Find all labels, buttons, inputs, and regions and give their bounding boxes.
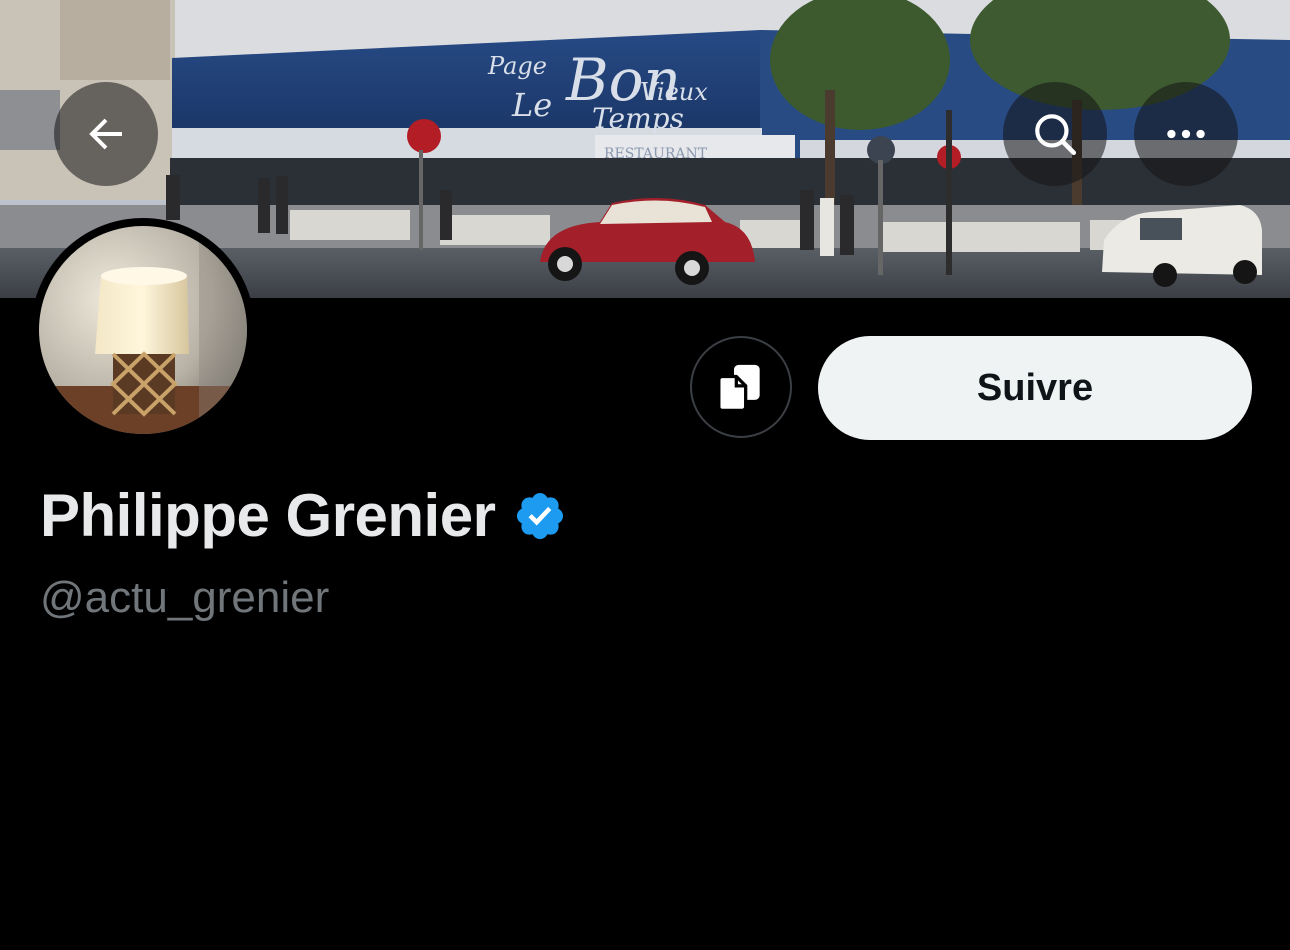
more-options-button[interactable] xyxy=(1134,82,1238,186)
follow-button[interactable]: Suivre xyxy=(818,336,1252,440)
banner-sign-text-5: Temps xyxy=(592,102,684,135)
banner-awning-text: RESTAURANT xyxy=(604,146,708,162)
copy-button[interactable] xyxy=(690,336,792,438)
back-button[interactable] xyxy=(54,82,158,186)
user-handle: @actu_grenier xyxy=(40,573,330,622)
verified-badge-svg xyxy=(517,492,564,540)
copy-icon xyxy=(717,364,760,412)
avatar-image xyxy=(39,226,247,434)
verified-badge-icon[interactable] xyxy=(513,489,567,543)
banner-sign-text-1: Page xyxy=(487,52,547,80)
search-icon xyxy=(1035,114,1077,156)
profile-page: Page Bon Vieux Le Temps RESTAURANT Suivr… xyxy=(0,0,1290,950)
banner-sign-text-4: Le xyxy=(511,86,552,124)
search-button[interactable] xyxy=(1003,82,1107,186)
display-name-row: Philippe Grenier xyxy=(40,478,567,554)
table-lamp-photo xyxy=(39,226,247,434)
avatar[interactable] xyxy=(31,218,255,442)
arrow-left-icon xyxy=(89,118,122,150)
display-name: Philippe Grenier xyxy=(40,482,496,549)
more-horizontal-icon xyxy=(1167,129,1205,139)
